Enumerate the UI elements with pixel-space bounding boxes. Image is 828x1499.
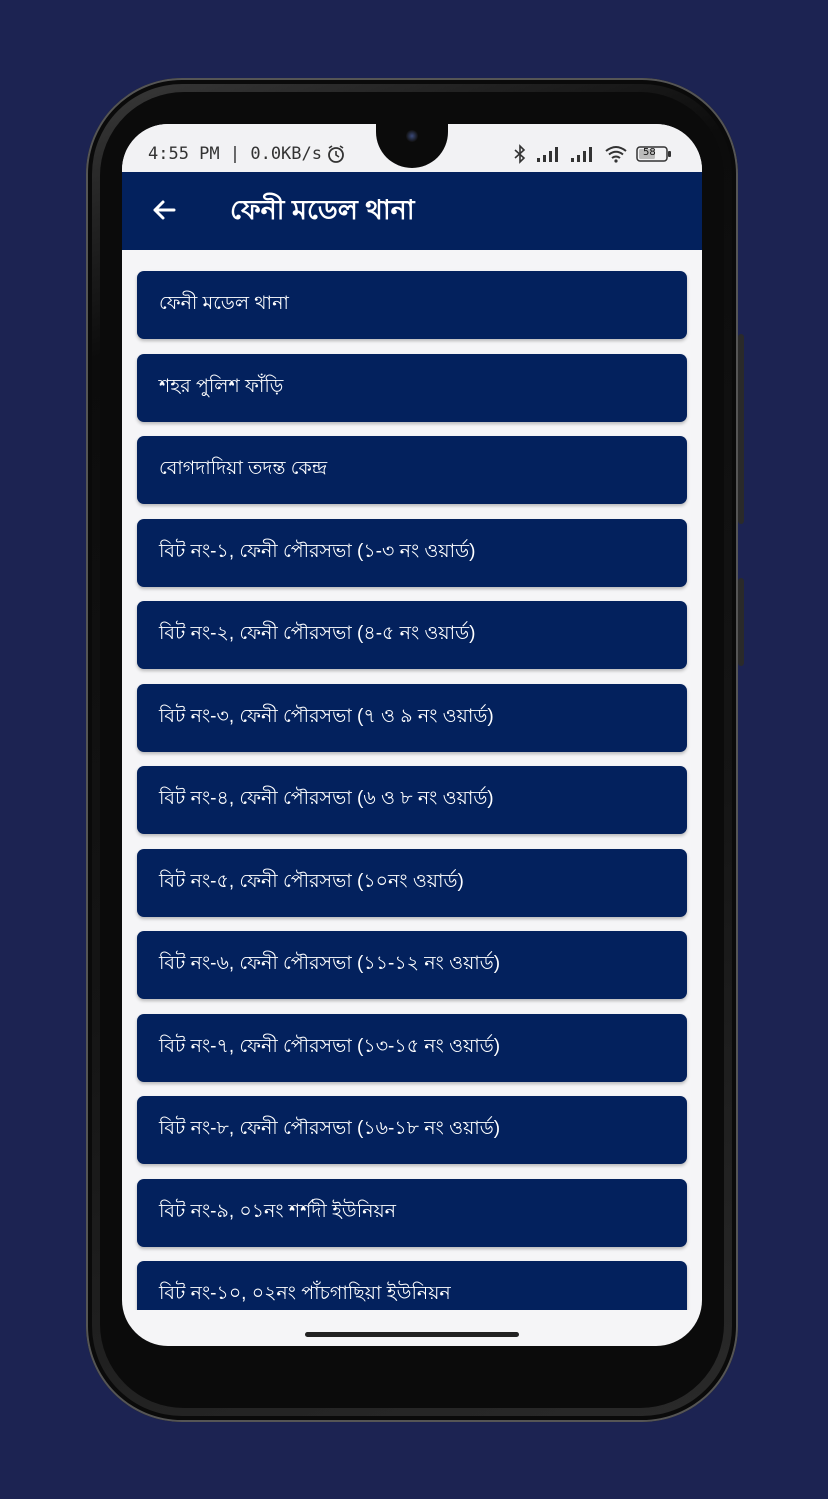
back-button[interactable] [146, 192, 182, 228]
page-title: ফেনী মডেল থানা [230, 195, 415, 225]
list-item-label: বিট নং-৯, ০১নং শর্শদী ইউনিয়ন [159, 1200, 397, 1222]
list-item[interactable]: বিট নং-৯, ০১নং শর্শদী ইউনিয়ন [137, 1178, 687, 1247]
battery-level: 58 [643, 147, 656, 158]
list-item[interactable]: ফেনী মডেল থানা [137, 271, 687, 339]
list-item[interactable]: বিট নং-৩, ফেনী পৌরসভা (৭ ও ৯ নং ওয়ার্ড) [137, 683, 687, 752]
list-item-label: বোগদাদিয়া তদন্ত কেন্দ্র [159, 458, 328, 479]
list-item[interactable]: শহর পুলিশ ফাঁড়ি [137, 353, 687, 422]
list-item-label: বিট নং-৫, ফেনী পৌরসভা (১০নং ওয়ার্ড) [159, 870, 464, 892]
list-item-label: বিট নং-১০, ০২নং পাঁচগাছিয়া ইউনিয়ন [159, 1283, 451, 1304]
station-list: ফেনী মডেল থানা শহর পুলিশ ফাঁড়ি বোগদাদিয… [122, 250, 702, 1310]
volume-button [738, 334, 744, 524]
list-item[interactable]: বিট নং-১, ফেনী পৌরসভা (১-৩ নং ওয়ার্ড) [137, 518, 687, 587]
cell-signal-icon [537, 147, 558, 162]
status-time: 4:55 PM | 0.0KB/s [148, 144, 322, 164]
list-item-label: বিট নং-৩, ফেনী পৌরসভা (৭ ও ৯ নং ওয়ার্ড) [159, 705, 494, 727]
list-item-label: বিট নং-১, ফেনী পৌরসভা (১-৩ নং ওয়ার্ড) [159, 540, 476, 562]
alarm-clock-icon [328, 145, 344, 163]
list-item[interactable]: বিট নং-২, ফেনী পৌরসভা (৪-৫ নং ওয়ার্ড) [137, 601, 687, 669]
wifi-icon [605, 146, 627, 163]
list-item-label: বিট নং-৪, ফেনী পৌরসভা (৬ ও ৮ নং ওয়ার্ড) [159, 788, 494, 809]
phone-screen: 4:55 PM | 0.0KB/s 58 ফেনী মডেল থানা ফেনী… [122, 124, 702, 1346]
list-item-label: বিট নং-৬, ফেনী পৌরসভা (১১-১২ নং ওয়ার্ড) [159, 953, 501, 974]
list-item[interactable]: বিট নং-৬, ফেনী পৌরসভা (১১-১২ নং ওয়ার্ড) [137, 931, 687, 999]
list-item-label: শহর পুলিশ ফাঁড়ি [159, 375, 284, 397]
cell-signal-icon [571, 147, 592, 162]
battery-icon: 58 [636, 146, 672, 162]
camera-notch [376, 124, 448, 168]
status-left: 4:55 PM | 0.0KB/s [148, 144, 346, 164]
status-right: 58 [512, 144, 672, 164]
arrow-left-icon [153, 200, 176, 220]
bluetooth-icon [514, 144, 526, 164]
status-bar: 4:55 PM | 0.0KB/s 58 [122, 124, 702, 172]
list-item-label: বিট নং-৮, ফেনী পৌরসভা (১৬-১৮ নং ওয়ার্ড) [159, 1118, 501, 1139]
list-item[interactable]: বোগদাদিয়া তদন্ত কেন্দ্র [137, 436, 687, 504]
list-item-label: বিট নং-২, ফেনী পৌরসভা (৪-৫ নং ওয়ার্ড) [159, 623, 476, 644]
list-item-label: ফেনী মডেল থানা [159, 293, 289, 314]
app-bar: ফেনী মডেল থানা [122, 172, 702, 250]
front-camera [406, 130, 418, 142]
list-item[interactable]: বিট নং-১০, ০২নং পাঁচগাছিয়া ইউনিয়ন [137, 1261, 687, 1310]
list-item-label: বিট নং-৭, ফেনী পৌরসভা (১৩-১৫ নং ওয়ার্ড) [159, 1035, 501, 1057]
list-item[interactable]: বিট নং-৮, ফেনী পৌরসভা (১৬-১৮ নং ওয়ার্ড) [137, 1096, 687, 1164]
list-item[interactable]: বিট নং-৭, ফেনী পৌরসভা (১৩-১৫ নং ওয়ার্ড) [137, 1013, 687, 1082]
power-button [738, 578, 744, 666]
home-indicator[interactable] [305, 1332, 519, 1337]
list-item[interactable]: বিট নং-৫, ফেনী পৌরসভা (১০নং ওয়ার্ড) [137, 848, 687, 917]
list-item[interactable]: বিট নং-৪, ফেনী পৌরসভা (৬ ও ৮ নং ওয়ার্ড) [137, 766, 687, 834]
